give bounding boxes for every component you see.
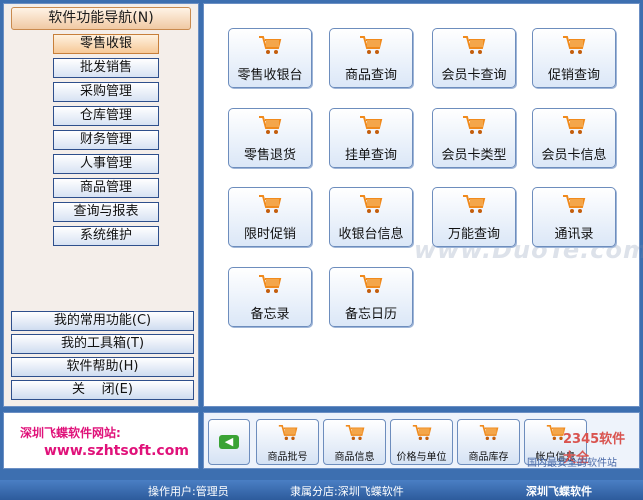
sidebar-item[interactable]: 财务管理: [53, 130, 159, 150]
navigation-panel: 软件功能导航(N) 零售收银批发销售采购管理仓库管理财务管理人事管理商品管理查询…: [3, 3, 199, 407]
tile-label: 备忘日历: [344, 307, 397, 322]
cart-icon: [479, 424, 499, 441]
toolbar-tile-label: 商品库存: [468, 452, 509, 463]
function-tile[interactable]: 备忘日历: [329, 267, 413, 327]
cart-icon: [359, 194, 383, 214]
function-tile[interactable]: 商品查询: [329, 28, 413, 88]
sidebar-item[interactable]: 人事管理: [53, 154, 159, 174]
lower-nav: 我的常用功能(C) 我的工具箱(T) 软件帮助(H) 关 闭(E): [11, 311, 194, 403]
function-tile[interactable]: 限时促销: [228, 187, 312, 247]
tile-label: 会员卡信息: [541, 148, 607, 163]
tile-label: 促销查询: [547, 68, 600, 83]
function-tile[interactable]: 零售收银台: [228, 28, 312, 88]
tile-label: 备忘录: [250, 307, 290, 322]
corner-logo: 2345软件大全 国内最安全的软件站: [523, 424, 638, 474]
function-tile[interactable]: 挂单查询: [329, 108, 413, 168]
toolbar-tile[interactable]: 商品批号: [256, 419, 319, 465]
tile-label: 商品查询: [344, 68, 397, 83]
sidebar-item[interactable]: 零售收银: [53, 34, 159, 54]
toolbar-tile[interactable]: 商品信息: [323, 419, 386, 465]
cart-icon: [258, 274, 282, 294]
sidebar-item[interactable]: 商品管理: [53, 178, 159, 198]
cart-icon: [412, 424, 432, 441]
left-arrow-icon: ◀: [219, 435, 239, 449]
sidebar-item[interactable]: 批发销售: [53, 58, 159, 78]
cart-icon: [462, 194, 486, 214]
function-tile[interactable]: 通讯录: [532, 187, 616, 247]
website-box: 深圳飞蝶软件网站: www.szhtsoft.com: [3, 412, 199, 469]
tile-label: 零售退货: [243, 148, 296, 163]
tile-label: 会员卡查询: [441, 68, 507, 83]
tile-label: 挂单查询: [344, 148, 397, 163]
toolbar-tile-label: 商品批号: [267, 452, 308, 463]
cart-icon: [562, 35, 586, 55]
function-tile[interactable]: 零售退货: [228, 108, 312, 168]
corner-logo-subtext: 国内最安全的软件站: [527, 458, 617, 469]
tile-label: 万能查询: [447, 227, 500, 242]
toolbar-tile[interactable]: 价格与单位: [390, 419, 453, 465]
function-tile[interactable]: 会员卡类型: [432, 108, 516, 168]
sidebar-item[interactable]: 系统维护: [53, 226, 159, 246]
sidebar-item[interactable]: 采购管理: [53, 82, 159, 102]
tile-label: 零售收银台: [237, 68, 303, 83]
tile-label: 通讯录: [554, 227, 594, 242]
lower-nav-item[interactable]: 软件帮助(H): [11, 357, 194, 377]
tile-label: 会员卡类型: [441, 148, 507, 163]
cart-icon: [462, 115, 486, 135]
cart-icon: [258, 194, 282, 214]
website-link[interactable]: www.szhtsoft.com: [44, 443, 189, 459]
cart-icon: [258, 35, 282, 55]
website-label: 深圳飞蝶软件网站:: [20, 426, 121, 440]
function-tile[interactable]: 会员卡查询: [432, 28, 516, 88]
cart-icon: [359, 115, 383, 135]
back-button[interactable]: ◀: [208, 419, 250, 465]
cart-icon: [462, 35, 486, 55]
cart-icon: [359, 35, 383, 55]
function-tile[interactable]: 促销查询: [532, 28, 616, 88]
function-tile[interactable]: 收银台信息: [329, 187, 413, 247]
toolbar-tile-label: 价格与单位: [396, 452, 447, 463]
nav-header[interactable]: 软件功能导航(N): [11, 7, 191, 30]
cart-icon: [278, 424, 298, 441]
cart-icon: [345, 424, 365, 441]
status-operator: 操作用户:管理员: [148, 485, 229, 498]
cart-icon: [562, 194, 586, 214]
status-company: 深圳飞蝶软件: [526, 485, 592, 498]
tile-label: 收银台信息: [338, 227, 404, 242]
status-bar: 操作用户:管理员 隶属分店:深圳飞蝶软件 深圳飞蝶软件: [0, 480, 643, 500]
sidebar-item[interactable]: 仓库管理: [53, 106, 159, 126]
function-tile[interactable]: 会员卡信息: [532, 108, 616, 168]
cart-icon: [258, 115, 282, 135]
lower-nav-item[interactable]: 关 闭(E): [11, 380, 194, 400]
status-store: 隶属分店:深圳飞蝶软件: [290, 485, 404, 498]
sidebar-item[interactable]: 查询与报表: [53, 202, 159, 222]
cart-icon: [562, 115, 586, 135]
toolbar-tile-label: 商品信息: [334, 452, 375, 463]
nav-list: 零售收银批发销售采购管理仓库管理财务管理人事管理商品管理查询与报表系统维护: [53, 34, 159, 250]
function-tile[interactable]: 万能查询: [432, 187, 516, 247]
lower-nav-item[interactable]: 我的工具箱(T): [11, 334, 194, 354]
tile-label: 限时促销: [243, 227, 296, 242]
lower-nav-item[interactable]: 我的常用功能(C): [11, 311, 194, 331]
function-panel: www.DuoTe.com 零售收银台 商品查询 会员卡查询 促销查询 零售退货 挂单查询…: [203, 3, 643, 407]
toolbar-tile[interactable]: 商品库存: [457, 419, 520, 465]
cart-icon: [359, 274, 383, 294]
function-tile[interactable]: 备忘录: [228, 267, 312, 327]
